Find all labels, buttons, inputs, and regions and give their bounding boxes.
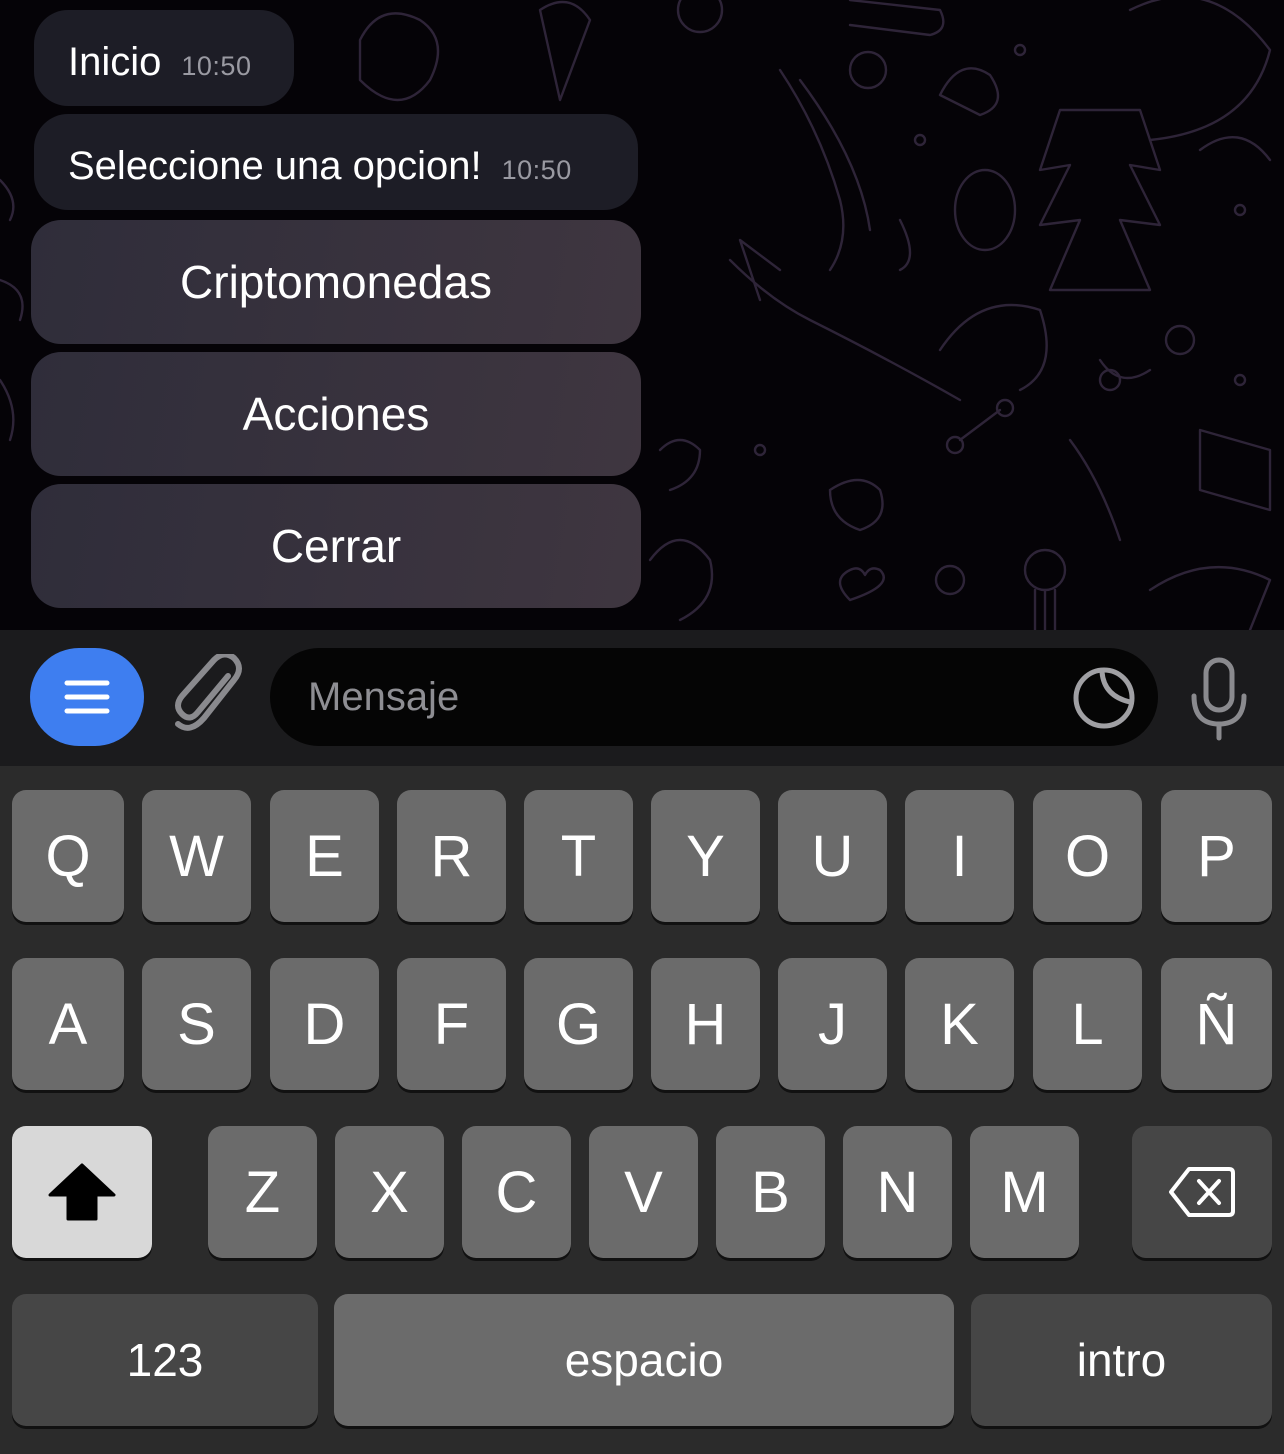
backspace-icon bbox=[1169, 1167, 1235, 1217]
shift-arrow-icon bbox=[48, 1163, 116, 1221]
key-enye[interactable]: Ñ bbox=[1161, 958, 1272, 1090]
space-key[interactable]: espacio bbox=[334, 1294, 954, 1426]
key-q[interactable]: Q bbox=[12, 790, 124, 922]
bot-menu-button[interactable] bbox=[30, 648, 144, 746]
message-bubble: Inicio 10:50 bbox=[34, 10, 294, 106]
key-s[interactable]: S bbox=[142, 958, 251, 1090]
key-m[interactable]: M bbox=[970, 1126, 1079, 1258]
message-bubble: Seleccione una opcion! 10:50 bbox=[34, 114, 638, 210]
key-f[interactable]: F bbox=[397, 958, 506, 1090]
inline-button-cerrar[interactable]: Cerrar bbox=[31, 484, 641, 608]
key-h[interactable]: H bbox=[651, 958, 760, 1090]
key-x[interactable]: X bbox=[335, 1126, 444, 1258]
key-y[interactable]: Y bbox=[651, 790, 760, 922]
inline-button-criptomonedas[interactable]: Criptomonedas bbox=[31, 220, 641, 344]
onscreen-keyboard: Q W E R T Y U I O P A S D F G H J K L Ñ … bbox=[0, 766, 1284, 1454]
sticker-icon[interactable] bbox=[1072, 666, 1136, 730]
key-i[interactable]: I bbox=[905, 790, 1014, 922]
message-input-bar bbox=[0, 630, 1284, 766]
key-w[interactable]: W bbox=[142, 790, 251, 922]
key-b[interactable]: B bbox=[716, 1126, 825, 1258]
key-k[interactable]: K bbox=[905, 958, 1014, 1090]
key-z[interactable]: Z bbox=[208, 1126, 317, 1258]
telegram-chat-screen: Inicio 10:50 Seleccione una opcion! 10:5… bbox=[0, 0, 1284, 1454]
backspace-key[interactable] bbox=[1132, 1126, 1272, 1258]
chat-area: Inicio 10:50 Seleccione una opcion! 10:5… bbox=[0, 0, 1284, 630]
return-key[interactable]: intro bbox=[971, 1294, 1272, 1426]
key-j[interactable]: J bbox=[778, 958, 887, 1090]
key-t[interactable]: T bbox=[524, 790, 633, 922]
key-u[interactable]: U bbox=[778, 790, 887, 922]
numbers-key[interactable]: 123 bbox=[12, 1294, 318, 1426]
message-text: Inicio bbox=[68, 40, 162, 84]
message-time: 10:50 bbox=[181, 51, 252, 81]
shift-key[interactable] bbox=[12, 1126, 152, 1258]
key-l[interactable]: L bbox=[1033, 958, 1142, 1090]
key-n[interactable]: N bbox=[843, 1126, 952, 1258]
inline-button-acciones[interactable]: Acciones bbox=[31, 352, 641, 476]
key-p[interactable]: P bbox=[1161, 790, 1272, 922]
key-c[interactable]: C bbox=[462, 1126, 571, 1258]
message-field bbox=[270, 648, 1158, 746]
microphone-icon[interactable] bbox=[1186, 656, 1252, 742]
message-text: Seleccione una opcion! bbox=[68, 144, 482, 188]
key-e[interactable]: E bbox=[270, 790, 379, 922]
paperclip-icon[interactable] bbox=[170, 654, 246, 740]
key-g[interactable]: G bbox=[524, 958, 633, 1090]
menu-lines-icon bbox=[64, 680, 110, 714]
message-input[interactable] bbox=[308, 648, 1068, 746]
key-a[interactable]: A bbox=[12, 958, 124, 1090]
message-time: 10:50 bbox=[501, 155, 572, 185]
key-d[interactable]: D bbox=[270, 958, 379, 1090]
key-v[interactable]: V bbox=[589, 1126, 698, 1258]
key-o[interactable]: O bbox=[1033, 790, 1142, 922]
key-r[interactable]: R bbox=[397, 790, 506, 922]
